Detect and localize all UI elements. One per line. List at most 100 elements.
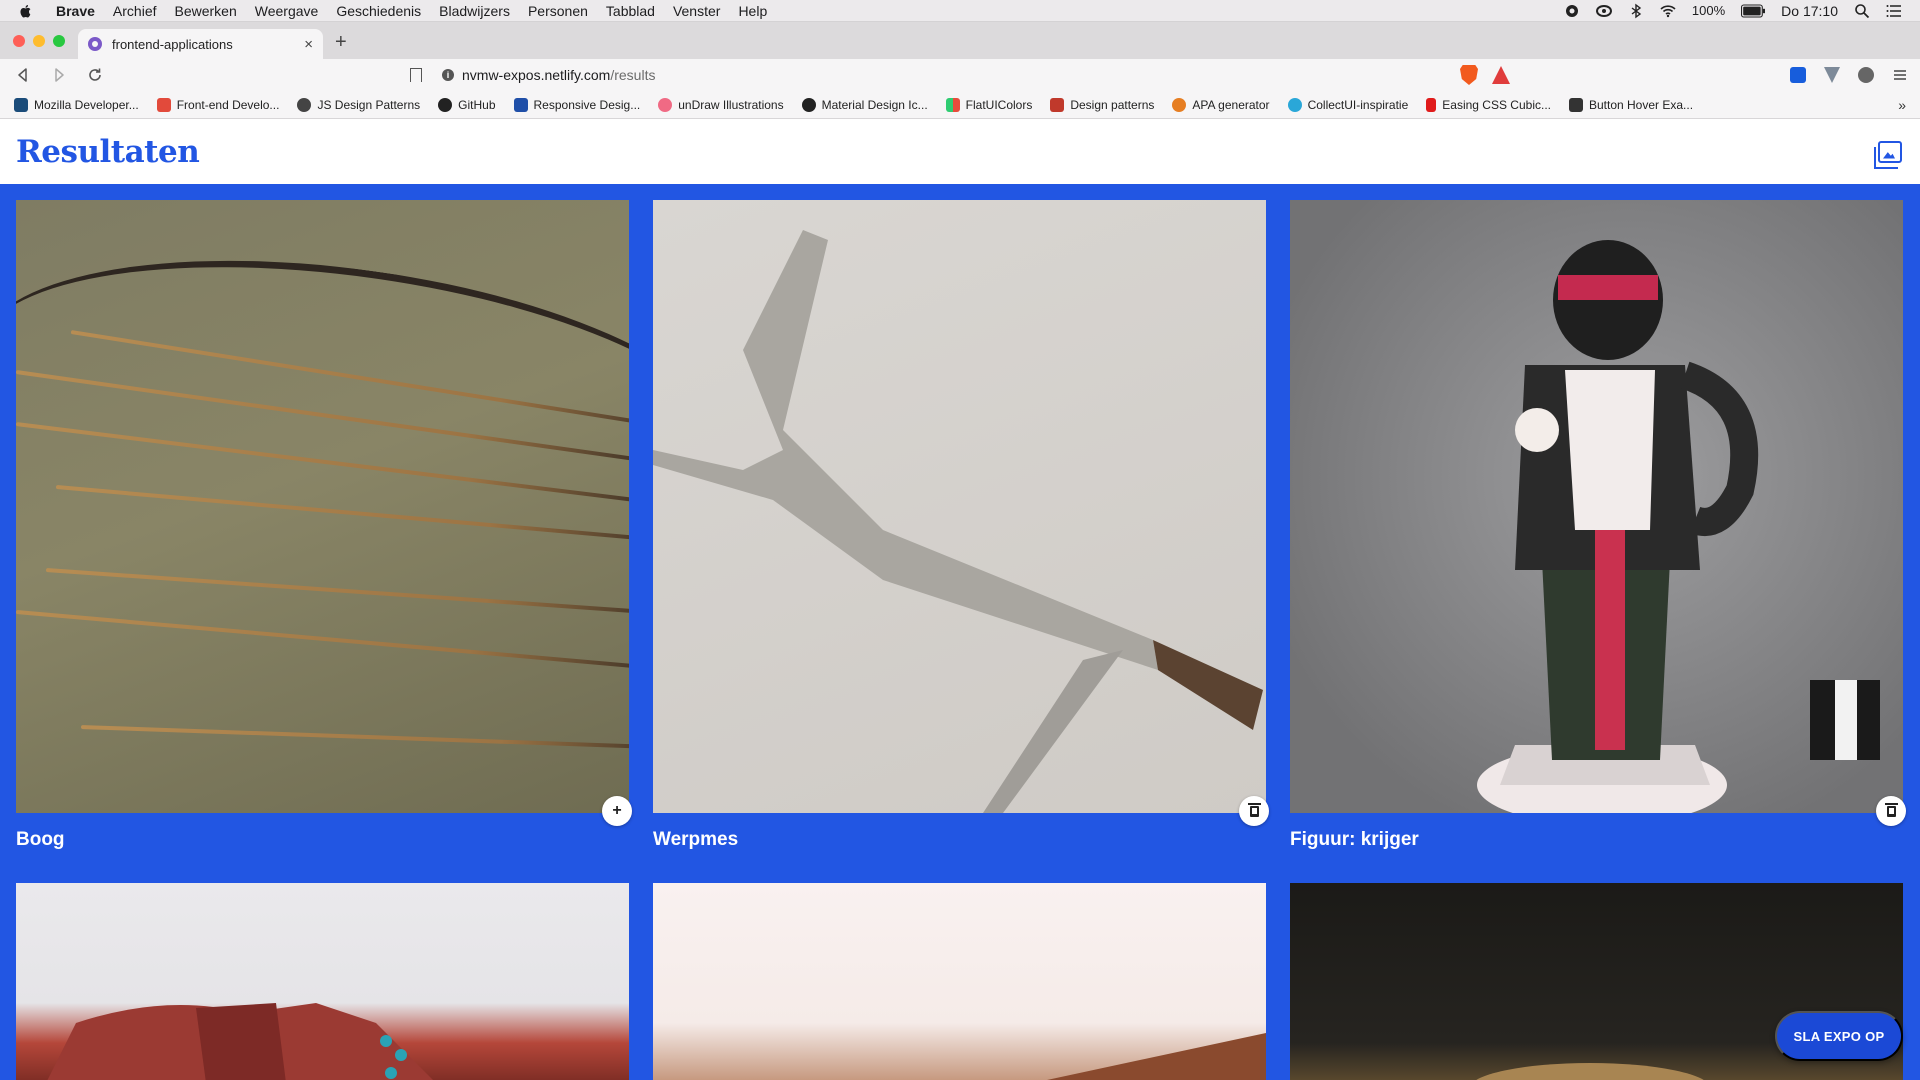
result-card[interactable]: Werpmes bbox=[653, 200, 1269, 883]
apa-icon bbox=[1172, 97, 1187, 112]
creative-cloud-icon[interactable] bbox=[1595, 3, 1612, 19]
trash-icon bbox=[1884, 802, 1898, 817]
page-title: Resultaten bbox=[16, 133, 200, 170]
menu-geschiedenis[interactable]: Geschiedenis bbox=[336, 3, 421, 19]
wifi-icon[interactable] bbox=[1660, 3, 1676, 19]
bookmark-item[interactable]: Button Hover Exa... bbox=[1568, 97, 1693, 112]
bookmark-item[interactable]: unDraw Illustrations bbox=[658, 97, 784, 112]
close-window-button[interactable] bbox=[13, 35, 25, 47]
bookmark-item[interactable]: APA generator bbox=[1172, 97, 1270, 112]
menu-bladwijzers[interactable]: Bladwijzers bbox=[439, 3, 510, 19]
result-card[interactable] bbox=[653, 883, 1266, 1080]
minimize-window-button[interactable] bbox=[33, 35, 45, 47]
globe-icon bbox=[297, 97, 312, 112]
gallery-icon[interactable] bbox=[1874, 140, 1902, 169]
bookmark-item[interactable]: Front-end Develo... bbox=[156, 97, 279, 112]
menu-venster[interactable]: Venster bbox=[673, 3, 720, 19]
url-path: /results bbox=[610, 67, 656, 83]
menu-icon[interactable] bbox=[1892, 67, 1908, 83]
bookmark-item[interactable]: Easing CSS Cubic... bbox=[1426, 97, 1551, 112]
extension-status-icon[interactable] bbox=[1564, 3, 1580, 19]
bookmark-item[interactable]: Responsive Desig... bbox=[513, 97, 640, 112]
result-title: Figuur: krijger bbox=[1290, 829, 1419, 850]
result-title: Boog bbox=[16, 829, 65, 850]
flatui-icon bbox=[945, 97, 960, 112]
window-controls bbox=[13, 35, 65, 47]
spotlight-search-icon[interactable] bbox=[1854, 3, 1870, 19]
page-header: Resultaten bbox=[0, 119, 1920, 184]
warrior-figure-image bbox=[1290, 200, 1903, 813]
menu-help[interactable]: Help bbox=[738, 3, 767, 19]
address-bar[interactable]: i nvmw-expos.netlify.com /results bbox=[436, 61, 1446, 89]
result-card[interactable]: + Boog bbox=[16, 200, 632, 883]
menu-personen[interactable]: Personen bbox=[528, 3, 588, 19]
page-content: Resultaten + Boog Werpmes Figuur: krijge… bbox=[0, 119, 1920, 1080]
extension-globe-icon[interactable] bbox=[1858, 67, 1874, 83]
undraw-icon bbox=[658, 97, 673, 112]
bookmark-page-icon[interactable] bbox=[410, 68, 422, 82]
fed-icon bbox=[156, 97, 171, 112]
material-icon bbox=[801, 97, 816, 112]
trash-icon bbox=[1247, 802, 1261, 817]
throwing-knife-image bbox=[653, 200, 1266, 813]
url-host: nvmw-expos.netlify.com bbox=[462, 67, 611, 83]
collectui-icon bbox=[1287, 97, 1302, 112]
site-info-icon[interactable]: i bbox=[442, 69, 454, 81]
bookmark-item[interactable]: FlatUIColors bbox=[945, 97, 1032, 112]
menu-tabblad[interactable]: Tabblad bbox=[606, 3, 655, 19]
textile-bag-image bbox=[16, 883, 629, 1080]
object-drawing bbox=[1046, 1033, 1266, 1080]
add-to-expo-button[interactable]: + bbox=[602, 796, 632, 826]
bluetooth-icon[interactable] bbox=[1628, 3, 1644, 19]
browser-toolbar: i nvmw-expos.netlify.com /results bbox=[0, 59, 1920, 91]
result-title: Werpmes bbox=[653, 829, 739, 850]
tab-favicon-icon bbox=[88, 37, 102, 51]
macos-menubar: Brave Archief Bewerken Weergave Geschied… bbox=[0, 0, 1920, 22]
easing-icon bbox=[1426, 97, 1437, 112]
bookmark-item[interactable]: Design patterns bbox=[1050, 97, 1154, 112]
rd-icon bbox=[513, 97, 528, 112]
battery-icon[interactable] bbox=[1741, 3, 1766, 19]
menu-weergave[interactable]: Weergave bbox=[255, 3, 319, 19]
bookmarks-overflow-icon[interactable]: » bbox=[1898, 97, 1906, 113]
new-tab-button[interactable]: + bbox=[335, 31, 347, 54]
bookmark-item[interactable]: Mozilla Developer... bbox=[14, 97, 139, 112]
result-card[interactable] bbox=[16, 883, 629, 1080]
mdn-icon bbox=[14, 97, 28, 112]
bookmark-item[interactable]: JS Design Patterns bbox=[297, 97, 420, 112]
facebook-icon bbox=[1568, 97, 1583, 112]
browser-tab[interactable]: frontend-applications × bbox=[78, 29, 323, 59]
tab-close-icon[interactable]: × bbox=[304, 36, 313, 53]
menubar-clock[interactable]: Do 17:10 bbox=[1781, 3, 1838, 19]
reload-icon[interactable] bbox=[84, 67, 106, 83]
tab-title: frontend-applications bbox=[112, 36, 233, 52]
menu-app-name[interactable]: Brave bbox=[56, 3, 95, 19]
textile-drawing bbox=[47, 1003, 433, 1080]
vue-devtools-icon[interactable] bbox=[1824, 67, 1840, 83]
zoom-window-button[interactable] bbox=[53, 35, 65, 47]
back-icon[interactable] bbox=[12, 67, 34, 83]
notification-center-icon[interactable] bbox=[1886, 3, 1902, 19]
bitwarden-extension-icon[interactable] bbox=[1790, 67, 1806, 83]
brave-shields-icon[interactable] bbox=[1460, 65, 1478, 85]
bow-arrows-image bbox=[16, 200, 629, 813]
result-card[interactable]: Figuur: krijger bbox=[1290, 200, 1906, 883]
figure-drawing bbox=[1477, 240, 1880, 813]
menu-archief[interactable]: Archief bbox=[113, 3, 157, 19]
forward-icon[interactable] bbox=[48, 67, 70, 83]
bookmarks-bar: Mozilla Developer... Front-end Develo...… bbox=[0, 91, 1920, 119]
bookmark-item[interactable]: Material Design Ic... bbox=[801, 97, 928, 112]
object-image bbox=[653, 883, 1266, 1080]
browser-tab-bar: frontend-applications × + bbox=[0, 22, 1920, 59]
bookmark-item[interactable]: CollectUI-inspiratie bbox=[1287, 97, 1408, 112]
knife-drawing bbox=[653, 230, 1263, 813]
menu-bewerken[interactable]: Bewerken bbox=[175, 3, 237, 19]
delete-button[interactable] bbox=[1876, 796, 1906, 826]
results-grid: + Boog Werpmes Figuur: krijger bbox=[0, 184, 1920, 1080]
delete-button[interactable] bbox=[1239, 796, 1269, 826]
save-expo-button[interactable]: SLA EXPO OP bbox=[1775, 1011, 1903, 1061]
bookmark-item[interactable]: GitHub bbox=[438, 97, 496, 112]
battery-percentage: 100% bbox=[1691, 3, 1726, 18]
apple-menu-icon[interactable] bbox=[18, 3, 34, 19]
brave-rewards-icon[interactable] bbox=[1492, 66, 1510, 84]
